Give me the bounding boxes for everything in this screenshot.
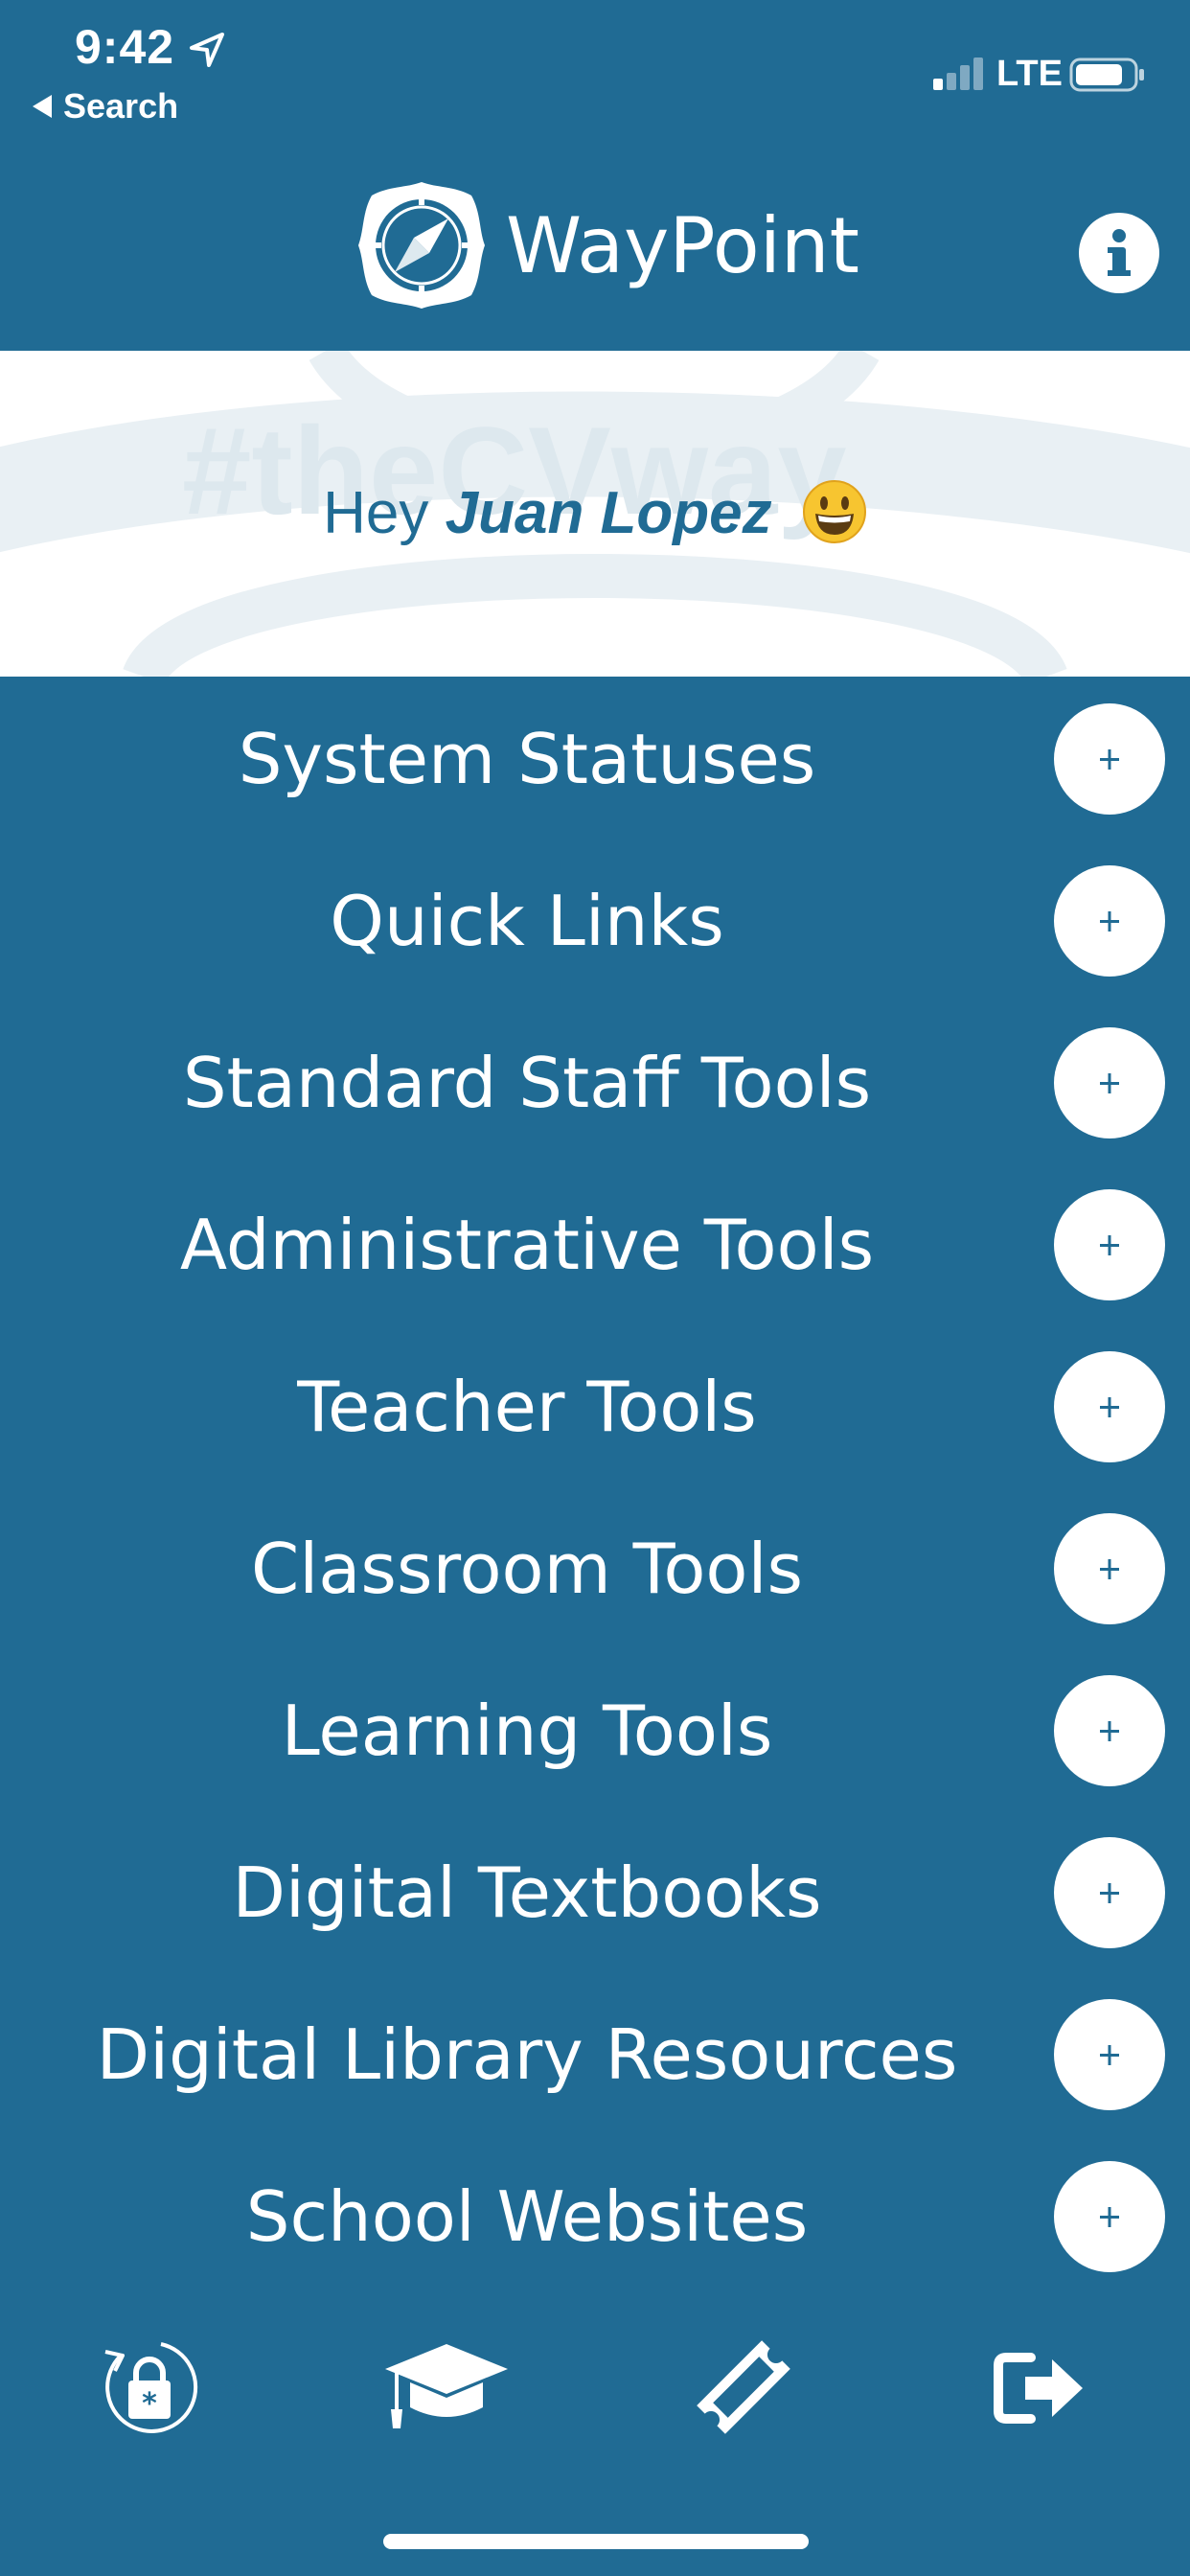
ticket-icon: [697, 2340, 790, 2434]
menu-item-label: Standard Staff Tools: [182, 1043, 872, 1123]
menu-item-school-websites[interactable]: School Websites: [0, 2134, 1190, 2296]
tab-sign-out[interactable]: [973, 2334, 1108, 2440]
greeting-prefix: Hey: [323, 480, 429, 546]
tab-password-reset[interactable]: *: [82, 2334, 217, 2440]
password-reset-icon: *: [104, 2342, 198, 2433]
info-icon: [1108, 229, 1131, 276]
location-arrow-icon: [190, 33, 224, 67]
smiley-icon: [802, 480, 866, 543]
menu-item-classroom-tools[interactable]: Classroom Tools: [0, 1486, 1190, 1648]
menu-item-label: Digital Library Resources: [96, 2014, 958, 2095]
expand-digital-library-resources-button[interactable]: [1054, 1999, 1165, 2110]
expand-school-websites-button[interactable]: [1054, 2161, 1165, 2272]
tab-graduation[interactable]: [379, 2334, 514, 2440]
status-bar: 9:42 Search LTE: [0, 0, 1190, 144]
expand-learning-tools-button[interactable]: [1054, 1675, 1165, 1786]
plus-icon: [1100, 1559, 1119, 1579]
plus-icon: [1100, 1073, 1119, 1093]
menu-list: System Statuses Quick Links Standard Sta…: [0, 677, 1190, 2296]
plus-icon: [1100, 1235, 1119, 1255]
menu-item-label: Learning Tools: [281, 1690, 773, 1771]
menu-item-teacher-tools[interactable]: Teacher Tools: [0, 1324, 1190, 1486]
menu-item-label: Administrative Tools: [179, 1205, 875, 1285]
menu-item-standard-staff-tools[interactable]: Standard Staff Tools: [0, 1000, 1190, 1162]
compass-icon: [358, 182, 485, 309]
app-title: WayPoint: [506, 201, 859, 290]
expand-classroom-tools-button[interactable]: [1054, 1513, 1165, 1624]
menu-item-label: School Websites: [245, 2176, 809, 2257]
svg-text:*: *: [142, 2387, 157, 2421]
menu-item-learning-tools[interactable]: Learning Tools: [0, 1648, 1190, 1810]
expand-administrative-tools-button[interactable]: [1054, 1189, 1165, 1300]
expand-teacher-tools-button[interactable]: [1054, 1351, 1165, 1462]
menu-item-label: Quick Links: [330, 881, 724, 961]
menu-item-label: Digital Textbooks: [232, 1852, 822, 1933]
menu-item-label: System Statuses: [238, 719, 816, 799]
menu-item-digital-textbooks[interactable]: Digital Textbooks: [0, 1810, 1190, 1972]
menu-item-quick-links[interactable]: Quick Links: [0, 839, 1190, 1000]
back-to-search-link[interactable]: Search: [33, 86, 178, 126]
menu-item-administrative-tools[interactable]: Administrative Tools: [0, 1162, 1190, 1324]
plus-icon: [1100, 749, 1119, 770]
plus-icon: [1100, 1721, 1119, 1741]
bottom-tab-bar: *: [0, 2310, 1190, 2463]
home-indicator[interactable]: [383, 2534, 809, 2549]
status-time: 9:42: [75, 20, 175, 74]
expand-system-statuses-button[interactable]: [1054, 703, 1165, 815]
sign-out-icon: [994, 2353, 1083, 2424]
graduation-cap-icon: [385, 2344, 508, 2428]
menu-item-label: Teacher Tools: [297, 1367, 757, 1447]
network-type: LTE: [996, 54, 1063, 94]
info-button[interactable]: [1079, 213, 1159, 293]
expand-standard-staff-tools-button[interactable]: [1054, 1027, 1165, 1138]
battery-icon: [1069, 58, 1144, 92]
user-name: Juan Lopez: [445, 480, 772, 546]
greeting-panel: #theCVway Hey Juan Lopez: [0, 351, 1190, 677]
tab-ticket[interactable]: [676, 2334, 811, 2440]
plus-icon: [1100, 911, 1119, 932]
plus-icon: [1100, 2207, 1119, 2227]
expand-quick-links-button[interactable]: [1054, 865, 1165, 977]
cellular-signal-icon: [933, 58, 983, 90]
app-header: WayPoint: [0, 144, 1190, 351]
back-label: Search: [63, 86, 179, 126]
expand-digital-textbooks-button[interactable]: [1054, 1837, 1165, 1948]
greeting-text: Hey Juan Lopez: [0, 479, 1190, 547]
menu-item-label: Classroom Tools: [251, 1529, 803, 1609]
plus-icon: [1100, 1883, 1119, 1903]
menu-item-digital-library-resources[interactable]: Digital Library Resources: [0, 1972, 1190, 2134]
plus-icon: [1100, 2045, 1119, 2065]
menu-item-system-statuses[interactable]: System Statuses: [0, 677, 1190, 839]
plus-icon: [1100, 1397, 1119, 1417]
back-triangle-icon: [33, 95, 52, 118]
